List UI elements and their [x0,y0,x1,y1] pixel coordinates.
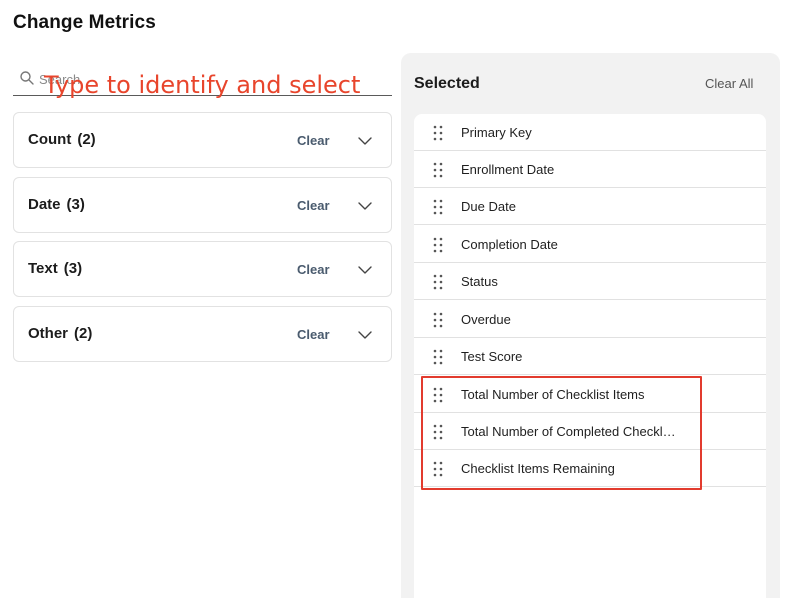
selected-item[interactable]: Checklist Items Remaining [414,450,766,487]
drag-handle-icon[interactable] [433,349,443,365]
drag-handle-icon[interactable] [433,424,443,440]
chevron-down-icon[interactable] [357,262,373,278]
group-date[interactable]: Date (3) Clear [13,177,392,233]
chevron-down-icon[interactable] [357,327,373,343]
group-count-badge: (3) [63,260,83,277]
selected-item[interactable]: Total Number of Checklist Items [414,376,766,413]
selected-item-label: Enrollment Date [461,162,555,177]
selected-title: Selected [414,75,480,92]
selected-item-label: Status [461,274,498,289]
search-icon [20,71,34,85]
group-count-badge: (2) [74,325,93,342]
group-name: Text [28,260,58,277]
page-title: Change Metrics [13,12,156,33]
group-clear-button[interactable]: Clear [297,262,330,277]
group-clear-button[interactable]: Clear [297,198,330,213]
group-name: Date [28,196,61,213]
search-input[interactable] [39,66,379,92]
drag-handle-icon[interactable] [433,125,443,141]
chevron-down-icon[interactable] [357,198,373,214]
group-label: Count (2) [28,131,96,148]
group-count[interactable]: Count (2) Clear [13,112,392,168]
drag-handle-icon[interactable] [433,199,443,215]
group-count-badge: (2) [77,131,96,148]
group-other[interactable]: Other (2) Clear [13,306,392,362]
selected-item-label: Test Score [461,349,523,364]
drag-handle-icon[interactable] [433,312,443,328]
group-count-badge: (3) [66,196,85,213]
group-clear-button[interactable]: Clear [297,133,330,148]
selected-item-label: Primary Key [461,125,532,140]
group-label: Text (3) [28,260,82,277]
selected-item-label: Completion Date [461,237,558,252]
selected-item-label: Total Number of Completed Checkli... [461,424,676,439]
selected-panel: Selected Clear All Primary Key Enrollmen… [401,53,780,598]
chevron-down-icon[interactable] [357,133,373,149]
drag-handle-icon[interactable] [433,461,443,477]
selected-item[interactable]: Primary Key [414,114,766,151]
group-text[interactable]: Text (3) Clear [13,241,392,297]
selected-item-label: Total Number of Checklist Items [461,387,645,402]
drag-handle-icon[interactable] [433,162,443,178]
selected-item[interactable]: Overdue [414,301,766,338]
drag-handle-icon[interactable] [433,387,443,403]
selected-item[interactable]: Status [414,263,766,300]
selected-list: Primary Key Enrollment Date Due Date Com… [414,114,766,598]
search-field[interactable] [13,62,392,96]
group-label: Date (3) [28,196,85,213]
drag-handle-icon[interactable] [433,274,443,290]
group-name: Count [28,131,72,148]
drag-handle-icon[interactable] [433,237,443,253]
group-label: Other (2) [28,325,92,342]
selected-item[interactable]: Due Date [414,188,766,225]
selected-item-label: Overdue [461,312,511,327]
group-clear-button[interactable]: Clear [297,327,330,342]
selected-item-label: Due Date [461,199,516,214]
selected-item[interactable]: Completion Date [414,226,766,263]
clear-all-button[interactable]: Clear All [705,76,753,91]
selected-item[interactable]: Enrollment Date [414,151,766,188]
selected-item[interactable]: Test Score [414,338,766,375]
selected-item[interactable]: Total Number of Completed Checkli... [414,413,766,450]
group-name: Other [28,325,69,342]
selected-item-label: Checklist Items Remaining [461,461,615,476]
